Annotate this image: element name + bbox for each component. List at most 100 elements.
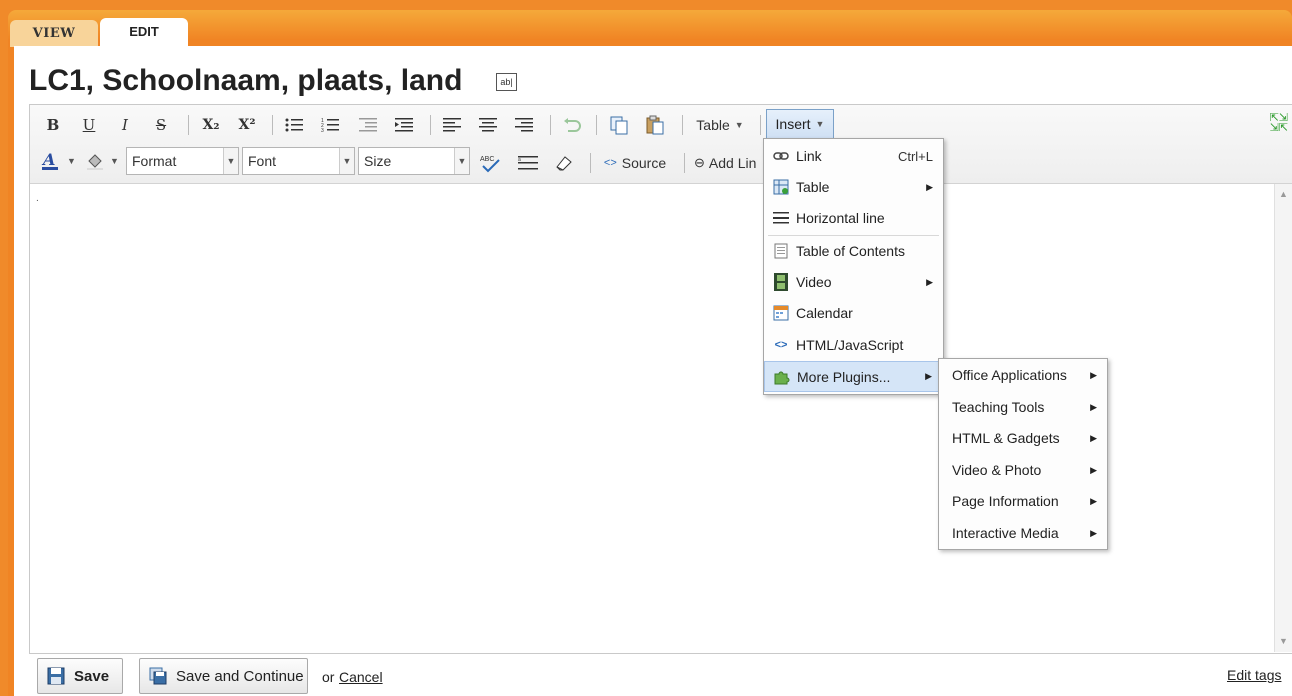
menu-item-label: Table of Contents — [796, 243, 905, 259]
eraser-icon[interactable] — [552, 151, 576, 175]
menu-item-label: HTML/JavaScript — [796, 337, 904, 353]
menu-item-label: Link — [796, 148, 822, 164]
scroll-up-icon[interactable]: ▲ — [1275, 186, 1292, 203]
chevron-down-icon: ▼ — [815, 119, 825, 129]
submenu-item-label: Office Applications — [952, 367, 1067, 383]
code-icon: <> — [603, 157, 617, 169]
toolbar-separator — [272, 115, 273, 135]
submenu-item-label: Page Information — [952, 493, 1059, 509]
spellcheck-icon[interactable]: ABC — [478, 151, 502, 175]
film-icon — [772, 273, 790, 291]
highlight-color-button[interactable]: ▼ — [82, 149, 122, 173]
tab-edit[interactable]: EDIT — [100, 18, 188, 48]
plugins-submenu: Office Applications ▶ Teaching Tools ▶ H… — [938, 358, 1108, 550]
outdent-icon[interactable] — [356, 113, 380, 137]
copy-icon[interactable] — [606, 113, 632, 137]
chevron-right-icon: ▶ — [1090, 464, 1097, 475]
toolbar-separator — [550, 115, 551, 135]
save-button[interactable]: Save — [37, 658, 123, 694]
submenu-item-label: Interactive Media — [952, 525, 1059, 541]
align-center-icon[interactable] — [476, 113, 500, 137]
cancel-link[interactable]: Cancel — [339, 669, 383, 685]
toolbar-separator — [682, 115, 683, 135]
edit-tags-link[interactable]: Edit tags — [1227, 667, 1281, 683]
underline-button[interactable]: U — [78, 113, 100, 137]
chevron-right-icon: ▶ — [926, 181, 933, 192]
align-left-icon[interactable] — [440, 113, 464, 137]
horizontal-line-icon — [772, 209, 790, 227]
submenu-item-label: Teaching Tools — [952, 399, 1045, 415]
subscript-button[interactable]: X₂ — [198, 113, 224, 137]
numbered-list-icon[interactable]: 123 — [318, 113, 342, 137]
svg-text:a: a — [518, 157, 521, 163]
italic-button[interactable]: I — [114, 113, 136, 137]
or-label: or — [322, 669, 335, 685]
tab-view[interactable]: VIEW — [10, 20, 98, 47]
svg-text:A: A — [41, 150, 55, 169]
toolbar-separator — [684, 153, 685, 173]
scroll-down-icon[interactable]: ▼ — [1275, 633, 1292, 650]
table-icon — [772, 178, 790, 196]
chevron-down-icon: ▼ — [223, 148, 238, 174]
format-select[interactable]: Format ▼ — [126, 147, 239, 175]
submenu-item-video-photo[interactable]: Video & Photo ▶ — [939, 455, 1107, 485]
editor-scrollbar[interactable]: ▲ ▼ — [1274, 184, 1292, 652]
font-select-value: Font — [248, 153, 277, 169]
table-dropdown[interactable]: Table ▼ — [690, 113, 750, 137]
editor-toolbar: B U I S X₂ X² 123 Table ▼ Insert ▼ ⇱⇲ ⇲⇱… — [30, 105, 1292, 184]
size-select[interactable]: Size ▼ — [358, 147, 470, 175]
undo-icon[interactable] — [560, 113, 584, 137]
superscript-button[interactable]: X² — [234, 113, 260, 137]
strikethrough-button[interactable]: S — [150, 113, 172, 137]
maximize-icon[interactable]: ⇱⇲ ⇲⇱ — [1270, 113, 1288, 134]
menu-item-html-javascript[interactable]: <> HTML/JavaScript — [764, 330, 943, 360]
paragraph-format-icon[interactable]: a — [516, 151, 540, 175]
svg-text:ABC: ABC — [480, 156, 494, 163]
size-select-value: Size — [364, 153, 392, 169]
indent-icon[interactable] — [392, 113, 416, 137]
bold-button[interactable]: B — [42, 113, 64, 137]
chevron-down-icon: ▼ — [734, 120, 744, 130]
paste-icon[interactable] — [642, 113, 668, 137]
submenu-item-teaching-tools[interactable]: Teaching Tools ▶ — [939, 392, 1107, 422]
chevron-down-icon: ▼ — [67, 156, 76, 166]
font-select[interactable]: Font ▼ — [242, 147, 355, 175]
text-color-button[interactable]: A ▼ — [38, 149, 78, 173]
bulleted-list-icon[interactable] — [282, 113, 306, 137]
menu-item-label: More Plugins... — [797, 368, 891, 385]
submenu-item-office-applications[interactable]: Office Applications ▶ — [939, 360, 1107, 390]
submenu-item-page-information[interactable]: Page Information ▶ — [939, 486, 1107, 516]
source-button[interactable]: <> Source — [600, 151, 670, 175]
submenu-item-interactive-media[interactable]: Interactive Media ▶ — [939, 518, 1107, 548]
editor-caret: . — [36, 193, 39, 204]
table-dropdown-label: Table — [696, 117, 730, 133]
align-right-icon[interactable] — [512, 113, 536, 137]
menu-item-link[interactable]: Link Ctrl+L — [764, 141, 943, 171]
submenu-item-html-gadgets[interactable]: HTML & Gadgets ▶ — [939, 423, 1107, 453]
add-link-button[interactable]: ⊖ Add Lin — [694, 151, 766, 175]
chevron-down-icon: ▼ — [339, 148, 354, 174]
menu-item-table[interactable]: Table ▶ — [764, 172, 943, 202]
menu-item-label: Table — [796, 179, 830, 195]
link-icon: ⊖ — [694, 155, 705, 170]
chevron-right-icon: ▶ — [925, 371, 932, 381]
save-copy-icon — [148, 666, 168, 686]
save-and-continue-button[interactable]: Save and Continue — [139, 658, 308, 694]
menu-item-shortcut: Ctrl+L — [897, 148, 933, 164]
menu-item-calendar[interactable]: Calendar — [764, 298, 943, 328]
insert-dropdown[interactable]: Insert ▼ — [766, 109, 834, 139]
chevron-right-icon: ▶ — [926, 276, 933, 287]
menu-item-horizontal-line[interactable]: Horizontal line — [764, 203, 943, 233]
floppy-disk-icon — [46, 666, 66, 686]
toolbar-separator — [590, 153, 591, 173]
page-title: LC1, Schoolnaam, plaats, land — [29, 64, 463, 97]
submenu-item-label: HTML & Gadgets — [952, 430, 1060, 446]
menu-item-more-plugins[interactable]: More Plugins... ▶ — [764, 361, 943, 392]
edit-title-icon[interactable]: ab| — [496, 73, 517, 91]
svg-text:3: 3 — [321, 128, 324, 133]
add-link-label: Add Lin — [708, 155, 757, 171]
menu-item-video[interactable]: Video ▶ — [764, 267, 943, 297]
menu-item-table-of-contents[interactable]: Table of Contents — [764, 236, 943, 266]
puzzle-icon — [773, 368, 791, 386]
toolbar-separator — [760, 115, 761, 135]
